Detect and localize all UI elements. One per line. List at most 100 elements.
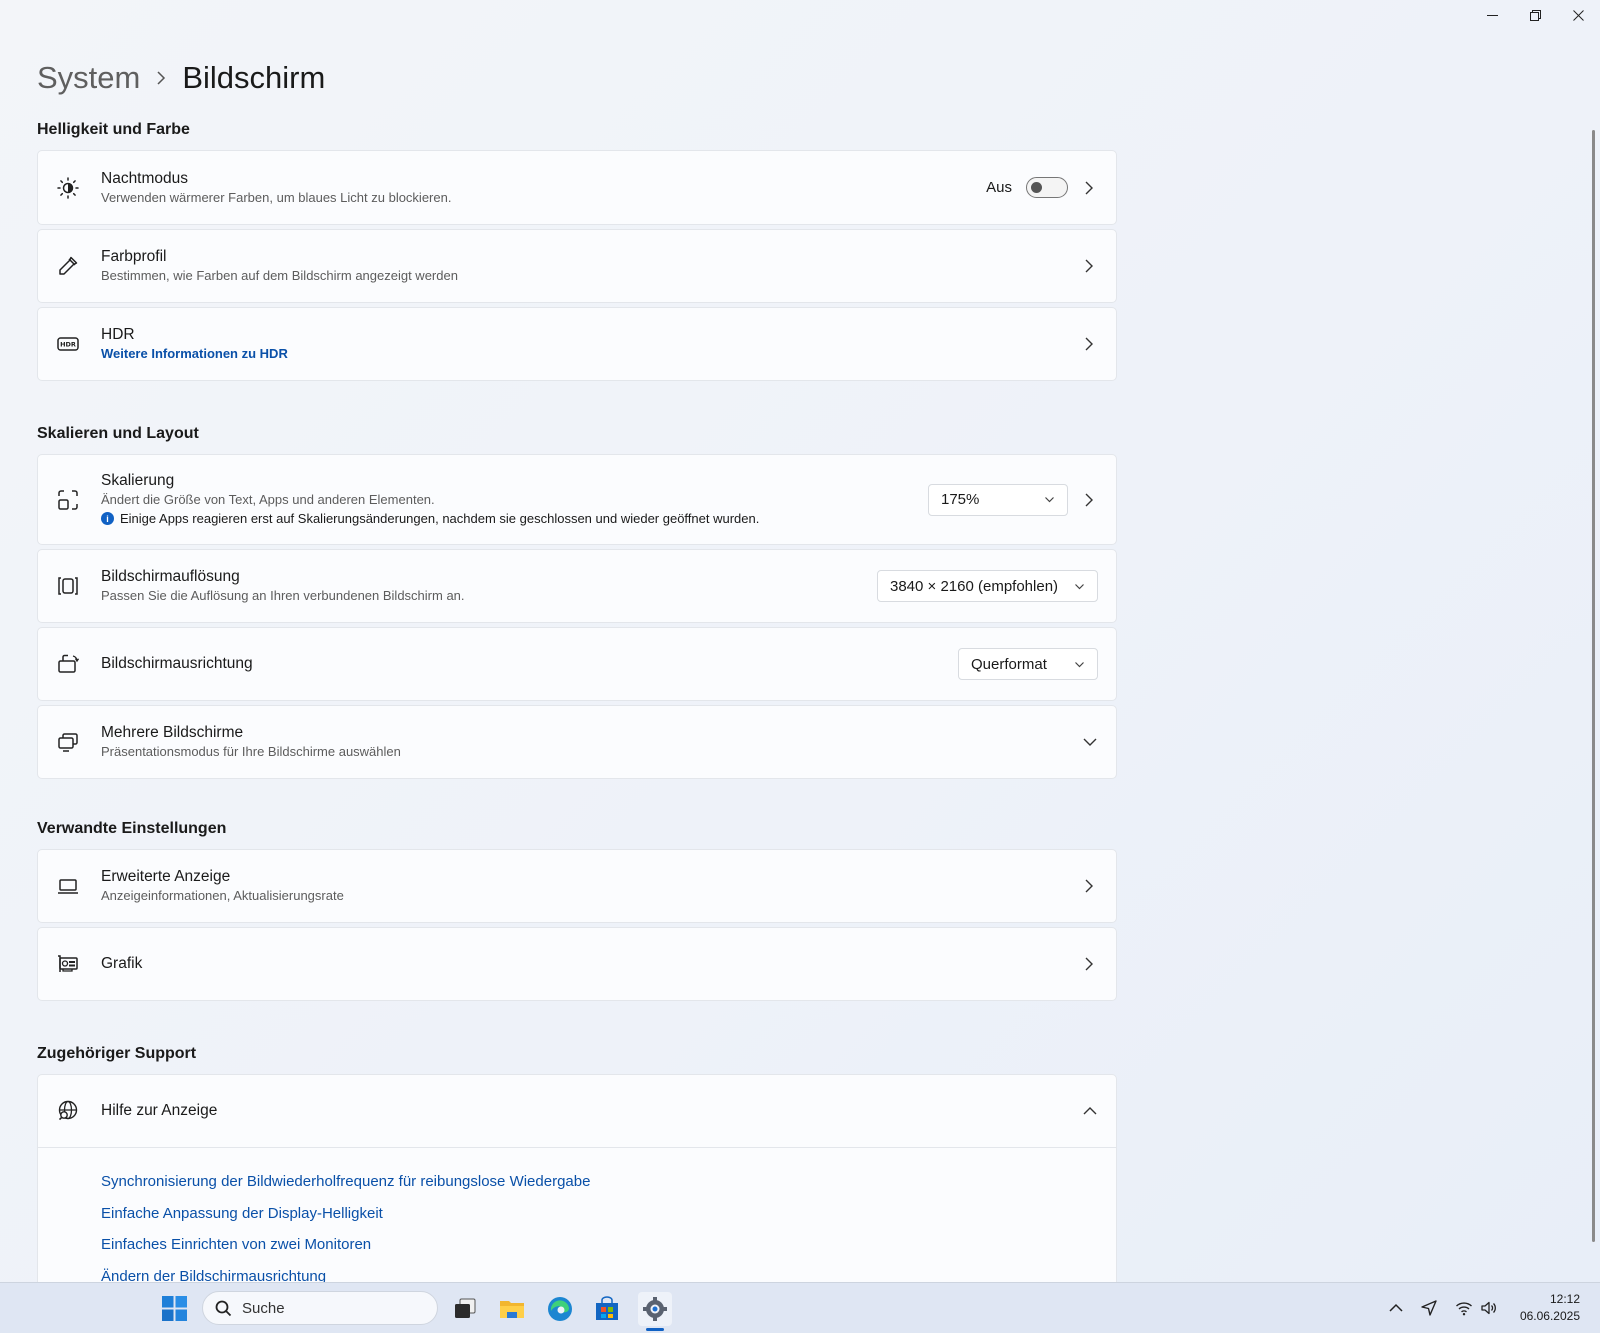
section-title-support: Zugehöriger Support xyxy=(37,1045,197,1062)
multiple-displays-card[interactable]: Mehrere Bildschirme Präsentationsmodus f… xyxy=(37,705,1117,779)
orientation-card: Bildschirmausrichtung Querformat xyxy=(37,627,1117,701)
night-mode-toggle-group: Aus xyxy=(986,177,1068,198)
hdr-card[interactable]: HDR HDR Weitere Informationen zu HDR xyxy=(37,307,1117,381)
scaling-subtitle: Ändert die Größe von Text, Apps und ande… xyxy=(101,491,435,507)
location-icon[interactable] xyxy=(1420,1299,1438,1317)
graphics-card-icon xyxy=(55,951,81,977)
breadcrumb-system-link[interactable]: System xyxy=(37,60,140,96)
color-profile-subtitle: Bestimmen, wie Farben auf dem Bildschirm… xyxy=(101,268,458,283)
color-profile-card[interactable]: Farbprofil Bestimmen, wie Farben auf dem… xyxy=(37,229,1117,303)
resolution-text: Bildschirmauflösung Passen Sie die Auflö… xyxy=(101,567,465,605)
advanced-display-title: Erweiterte Anzeige xyxy=(101,868,231,885)
laptop-icon xyxy=(55,873,81,899)
chevron-down-icon xyxy=(1075,583,1084,589)
settings-content: Helligkeit und Farbe Nachtmodus Verwende… xyxy=(37,118,1117,1303)
help-link-refresh-sync[interactable]: Synchronisierung der Bildwiederholfreque… xyxy=(101,1166,1116,1198)
chevron-down-icon xyxy=(1075,661,1084,667)
settings-window: System Bildschirm Helligkeit und Farbe N… xyxy=(0,0,1600,1303)
vertical-scrollbar[interactable] xyxy=(1592,130,1595,1242)
graphics-title: Grafik xyxy=(101,955,143,972)
orientation-text: Bildschirmausrichtung xyxy=(101,654,253,674)
chevron-down-icon xyxy=(1083,738,1097,746)
display-help-title: Hilfe zur Anzeige xyxy=(101,1102,218,1119)
breadcrumb: System Bildschirm xyxy=(37,60,325,96)
scaling-info-text: Einige Apps reagieren erst auf Skalierun… xyxy=(120,510,760,526)
file-explorer-icon[interactable] xyxy=(495,1292,529,1326)
color-profile-text: Farbprofil Bestimmen, wie Farben auf dem… xyxy=(101,247,458,285)
minimize-icon xyxy=(1487,14,1498,16)
resolution-subtitle: Passen Sie die Auflösung an Ihren verbun… xyxy=(101,588,465,603)
advanced-display-text: Erweiterte Anzeige Anzeigeinformationen,… xyxy=(101,867,344,905)
resolution-card: Bildschirmauflösung Passen Sie die Auflö… xyxy=(37,549,1117,623)
scaling-dropdown[interactable]: 175% xyxy=(928,483,1068,516)
advanced-display-card[interactable]: Erweiterte Anzeige Anzeigeinformationen,… xyxy=(37,849,1117,923)
night-mode-title: Nachtmodus xyxy=(101,169,189,187)
help-link-two-monitors[interactable]: Einfaches Einrichten von zwei Monitoren xyxy=(101,1229,1116,1261)
hdr-icon: HDR xyxy=(55,331,81,357)
resolution-icon xyxy=(55,573,81,599)
resolution-dropdown[interactable]: 3840 × 2160 (empfohlen) xyxy=(877,570,1098,602)
multiple-displays-subtitle: Präsentationsmodus für Ihre Bildschirme … xyxy=(101,744,401,759)
windows-start-icon[interactable] xyxy=(162,1296,187,1321)
toggle-knob xyxy=(1031,182,1042,193)
taskbar-clock[interactable]: 12:12 06.06.2025 xyxy=(1520,1291,1580,1325)
color-profile-title: Farbprofil xyxy=(101,248,167,265)
restore-button[interactable] xyxy=(1514,0,1557,30)
scaling-card[interactable]: Skalierung Ändert die Größe von Text, Ap… xyxy=(37,454,1117,545)
task-view-icon[interactable] xyxy=(448,1292,482,1326)
wifi-icon[interactable] xyxy=(1455,1299,1473,1317)
night-mode-toggle[interactable] xyxy=(1026,177,1068,198)
night-mode-text: Nachtmodus Verwenden wärmerer Farben, um… xyxy=(101,169,451,207)
chevron-right-icon xyxy=(1085,879,1093,893)
section-title-brightness: Helligkeit und Farbe xyxy=(37,121,190,138)
volume-icon[interactable] xyxy=(1480,1299,1498,1317)
help-link-brightness[interactable]: Einfache Anpassung der Display-Helligkei… xyxy=(101,1198,1116,1230)
advanced-display-subtitle: Anzeigeinformationen, Aktualisierungsrat… xyxy=(101,888,344,903)
taskbar-search[interactable]: Suche xyxy=(202,1291,438,1325)
night-mode-subtitle: Verwenden wärmerer Farben, um blaues Lic… xyxy=(101,189,452,205)
page-title: Bildschirm xyxy=(182,60,326,95)
active-app-indicator xyxy=(646,1328,664,1331)
taskbar: Suche 12:12 06.06.2025 xyxy=(0,1282,1600,1333)
search-placeholder: Suche xyxy=(242,1299,285,1317)
chevron-right-icon xyxy=(1085,181,1093,194)
eyedropper-icon xyxy=(55,253,81,279)
minimize-button[interactable] xyxy=(1471,0,1514,30)
night-mode-toggle-label: Aus xyxy=(986,179,1012,196)
edge-icon[interactable] xyxy=(543,1292,577,1326)
settings-icon[interactable] xyxy=(638,1292,672,1331)
close-button[interactable] xyxy=(1557,0,1600,30)
section-title-scale: Skalieren und Layout xyxy=(37,425,199,442)
graphics-card[interactable]: Grafik xyxy=(37,927,1117,1001)
hdr-title: HDR xyxy=(101,326,135,343)
chevron-right-icon xyxy=(157,71,166,85)
clock-time: 12:12 xyxy=(1549,1292,1580,1306)
chevron-up-icon[interactable] xyxy=(1387,1299,1405,1317)
orientation-dropdown[interactable]: Querformat xyxy=(958,648,1098,680)
search-icon xyxy=(215,1300,232,1316)
scaling-text: Skalierung Ändert die Größe von Text, Ap… xyxy=(101,471,759,529)
chevron-right-icon xyxy=(1085,957,1093,971)
chevron-down-icon xyxy=(1045,497,1054,503)
svg-text:HDR: HDR xyxy=(60,341,76,349)
chevron-right-icon xyxy=(1085,259,1093,273)
hdr-text: HDR Weitere Informationen zu HDR xyxy=(101,325,288,363)
night-mode-card[interactable]: Nachtmodus Verwenden wärmerer Farben, um… xyxy=(37,150,1117,225)
chevron-up-icon xyxy=(1083,1107,1097,1115)
section-title-related: Verwandte Einstellungen xyxy=(37,820,227,837)
store-icon[interactable] xyxy=(590,1292,624,1326)
chevron-right-icon xyxy=(1085,493,1093,506)
resolution-dropdown-value: 3840 × 2160 (empfohlen) xyxy=(890,577,1059,595)
scaling-info: i Einige Apps reagieren erst auf Skalier… xyxy=(101,509,759,529)
info-icon: i xyxy=(101,512,114,525)
orientation-dropdown-value: Querformat xyxy=(971,655,1047,673)
graphics-text: Grafik xyxy=(101,954,142,974)
night-light-icon xyxy=(55,175,81,201)
display-help-links: Synchronisierung der Bildwiederholfreque… xyxy=(37,1148,1117,1303)
display-help-card[interactable]: Hilfe zur Anzeige xyxy=(37,1074,1117,1148)
resolution-title: Bildschirmauflösung xyxy=(101,568,240,585)
multiple-displays-text: Mehrere Bildschirme Präsentationsmodus f… xyxy=(101,723,401,761)
scaling-title: Skalierung xyxy=(101,471,175,489)
hdr-info-link[interactable]: Weitere Informationen zu HDR xyxy=(101,345,288,363)
orientation-title: Bildschirmausrichtung xyxy=(101,655,253,672)
